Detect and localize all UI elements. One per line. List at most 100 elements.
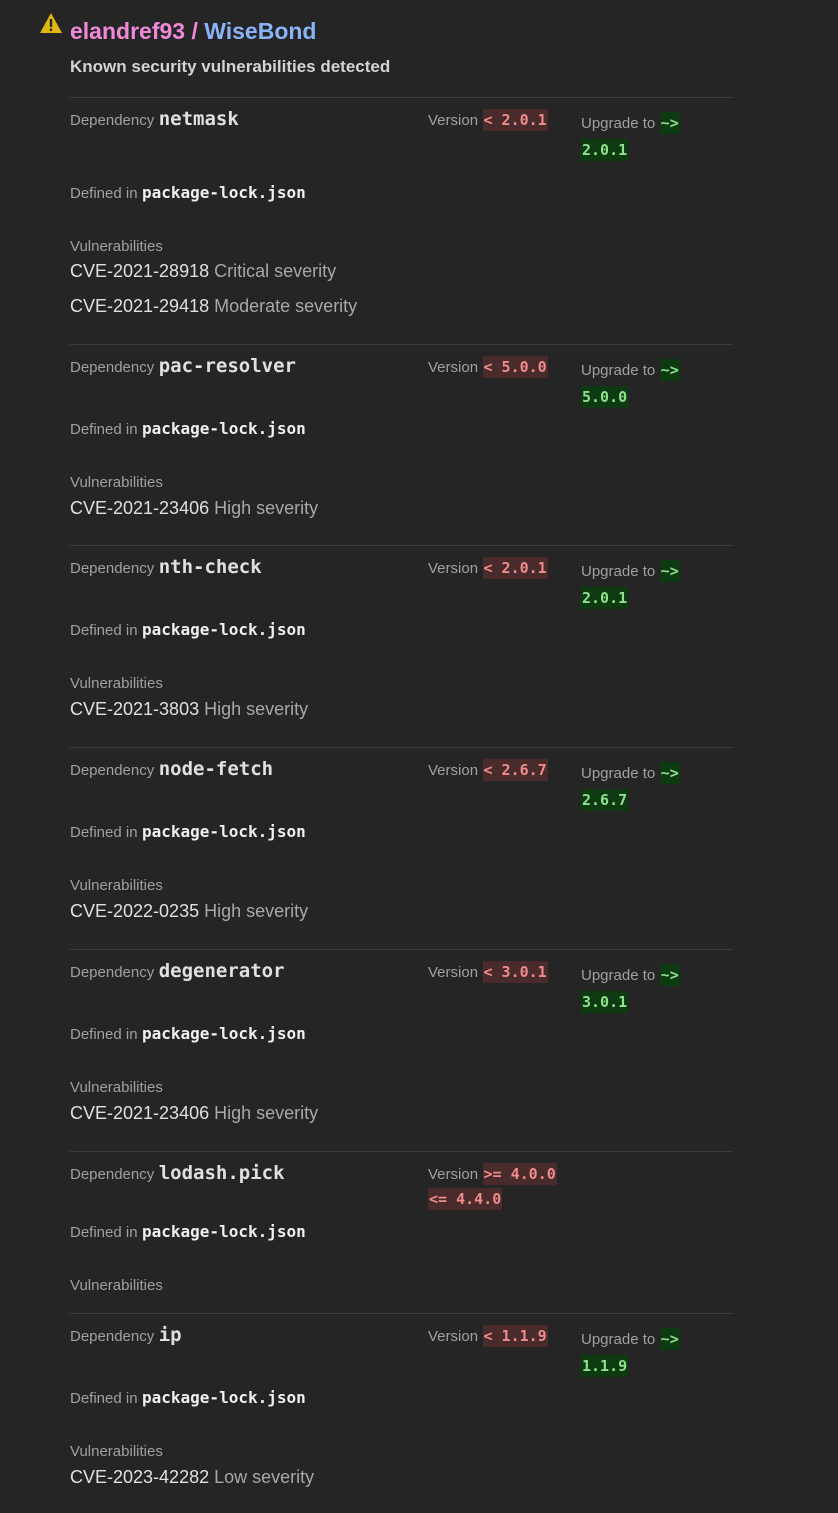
defined-in-row: Defined in package-lock.json <box>70 822 306 842</box>
upgrade-label: Upgrade to <box>581 765 656 782</box>
upgrade-prefix: ~> <box>659 359 680 381</box>
upgrade-prefix: ~> <box>659 964 680 986</box>
severity-label: Critical severity <box>214 261 337 281</box>
version-label: Version <box>428 964 479 981</box>
upgrade-prefix: ~> <box>659 762 680 784</box>
dependency-name[interactable]: netmask <box>159 108 239 130</box>
version-range: < 2.6.7 <box>482 759 548 781</box>
version-label: Version <box>428 112 479 129</box>
upgrade-version: 2.0.1 <box>581 587 629 609</box>
vulnerabilities-label: Vulnerabilities <box>70 1443 163 1460</box>
dependency-label: Dependency <box>70 359 155 376</box>
dependency-item: Dependency nth-check Version < 2.0.1 Upgra… <box>70 545 733 748</box>
dependency-item: Dependency ip Version < 1.1.9 Upgrade to ~… <box>70 1313 733 1513</box>
dependency-header-row: Dependency netmask Version < 2.0.1 Upgrade… <box>70 98 733 178</box>
repo-name-link[interactable]: WiseBond <box>204 18 316 44</box>
defined-in-label: Defined in <box>70 421 138 438</box>
upgrade-label: Upgrade to <box>581 563 656 580</box>
dependency-column: Dependency lodash.pick <box>70 1162 285 1184</box>
severity-label: High severity <box>204 699 309 719</box>
version-range: < 3.0.1 <box>482 961 548 983</box>
manifest-file[interactable]: package-lock.json <box>142 822 306 841</box>
warning-icon <box>39 12 63 34</box>
dependency-column: Dependency degenerator <box>70 960 285 982</box>
upgrade-prefix: ~> <box>659 1328 680 1350</box>
dependency-header-row: Dependency node-fetch Version < 2.6.7 Upgr… <box>70 748 733 828</box>
version-range: >= 4.0.0 <box>482 1163 557 1185</box>
vulnerabilities-label: Vulnerabilities <box>70 877 163 894</box>
vulnerability-item: CVE-2023-42282 Low severity <box>70 1467 314 1488</box>
defined-in-label: Defined in <box>70 622 138 639</box>
cve-id-link[interactable]: CVE-2021-23406 <box>70 498 209 518</box>
cve-id-link[interactable]: CVE-2021-3803 <box>70 699 199 719</box>
defined-in-row: Defined in package-lock.json <box>70 1388 306 1408</box>
upgrade-label: Upgrade to <box>581 967 656 984</box>
manifest-file[interactable]: package-lock.json <box>142 183 306 202</box>
upgrade-column: Upgrade to ~> 2.0.1 <box>581 110 706 164</box>
dependency-label: Dependency <box>70 1166 155 1183</box>
manifest-file[interactable]: package-lock.json <box>142 1388 306 1407</box>
version-label: Version <box>428 1166 479 1183</box>
dependency-name[interactable]: node-fetch <box>159 758 273 780</box>
vulnerability-item: CVE-2021-23406 High severity <box>70 498 318 519</box>
vulnerability-item: CVE-2021-23406 High severity <box>70 1103 318 1124</box>
defined-in-row: Defined in package-lock.json <box>70 620 306 640</box>
version-label: Version <box>428 762 479 779</box>
repo-title: elandref93 / WiseBond <box>70 15 316 47</box>
upgrade-version: 3.0.1 <box>581 991 629 1013</box>
version-column: Version < 1.1.9 <box>428 1324 578 1349</box>
dependency-item: Dependency netmask Version < 2.0.1 Upgrade… <box>70 97 733 345</box>
dependency-column: Dependency node-fetch <box>70 758 273 780</box>
upgrade-version: 2.0.1 <box>581 139 629 161</box>
defined-in-label: Defined in <box>70 185 138 202</box>
dependency-name[interactable]: nth-check <box>159 556 262 578</box>
cve-id-link[interactable]: CVE-2022-0235 <box>70 901 199 921</box>
dependency-name[interactable]: degenerator <box>159 960 285 982</box>
severity-label: High severity <box>204 901 309 921</box>
manifest-file[interactable]: package-lock.json <box>142 1024 306 1043</box>
dependency-name[interactable]: pac-resolver <box>159 355 296 377</box>
cve-id-link[interactable]: CVE-2021-23406 <box>70 1103 209 1123</box>
upgrade-column: Upgrade to ~> 2.0.1 <box>581 558 706 612</box>
vulnerabilities-label: Vulnerabilities <box>70 1277 163 1294</box>
dependency-header-row: Dependency nth-check Version < 2.0.1 Upgra… <box>70 546 733 626</box>
upgrade-column: Upgrade to ~> 3.0.1 <box>581 962 706 1016</box>
vulnerability-item: CVE-2021-3803 High severity <box>70 699 308 720</box>
defined-in-label: Defined in <box>70 1026 138 1043</box>
cve-id-link[interactable]: CVE-2021-28918 <box>70 261 209 281</box>
version-label: Version <box>428 560 479 577</box>
severity-label: Moderate severity <box>214 296 358 316</box>
version-range: < 1.1.9 <box>482 1325 548 1347</box>
severity-label: High severity <box>214 1103 319 1123</box>
version-label: Version <box>428 1328 479 1345</box>
upgrade-label: Upgrade to <box>581 1331 656 1348</box>
dependency-name[interactable]: lodash.pick <box>159 1162 285 1184</box>
defined-in-label: Defined in <box>70 824 138 841</box>
upgrade-version: 2.6.7 <box>581 789 629 811</box>
manifest-file[interactable]: package-lock.json <box>142 620 306 639</box>
dependency-header-row: Dependency degenerator Version < 3.0.1 Upg… <box>70 950 733 1030</box>
upgrade-prefix: ~> <box>659 112 680 134</box>
version-column: Version < 2.0.1 <box>428 108 578 133</box>
upgrade-version: 1.1.9 <box>581 1355 629 1377</box>
version-column: Version < 2.0.1 <box>428 556 578 581</box>
cve-id-link[interactable]: CVE-2023-42282 <box>70 1467 209 1487</box>
defined-in-row: Defined in package-lock.json <box>70 183 306 203</box>
version-column: Version >= 4.0.0 <= 4.4.0 <box>428 1162 578 1212</box>
dependency-column: Dependency ip <box>70 1324 182 1346</box>
repo-owner-link[interactable]: elandref93 <box>70 18 185 44</box>
alert-subtitle: Known security vulnerabilities detected <box>70 57 391 76</box>
defined-in-row: Defined in package-lock.json <box>70 419 306 439</box>
dependency-name[interactable]: ip <box>159 1324 182 1346</box>
dependency-label: Dependency <box>70 560 155 577</box>
version-range-upper: <= 4.4.0 <box>428 1188 503 1210</box>
manifest-file[interactable]: package-lock.json <box>142 1222 306 1241</box>
manifest-file[interactable]: package-lock.json <box>142 419 306 438</box>
dependency-label: Dependency <box>70 1328 155 1345</box>
upgrade-label: Upgrade to <box>581 362 656 379</box>
version-range: < 2.0.1 <box>482 557 548 579</box>
upgrade-label: Upgrade to <box>581 115 656 132</box>
cve-id-link[interactable]: CVE-2021-29418 <box>70 296 209 316</box>
upgrade-column: Upgrade to ~> 5.0.0 <box>581 357 706 411</box>
upgrade-prefix: ~> <box>659 560 680 582</box>
